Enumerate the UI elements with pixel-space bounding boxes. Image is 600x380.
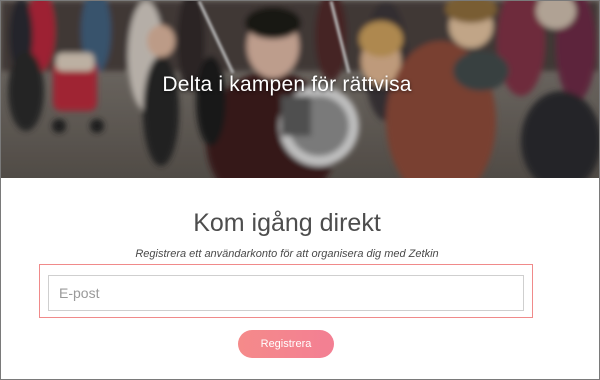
hero-banner: Delta i kampen för rättvisa [1, 1, 599, 178]
signup-subtitle: Registrera ett användarkonto för att org… [135, 248, 439, 260]
signup-heading: Kom igång direkt [193, 209, 381, 237]
signup-section: Kom igång direkt Registrera ett användar… [1, 178, 599, 379]
register-button[interactable]: Registrera [238, 330, 334, 358]
email-input[interactable] [48, 275, 524, 311]
hero-title: Delta i kampen för rättvisa [162, 73, 412, 96]
email-field-highlight [39, 264, 533, 318]
